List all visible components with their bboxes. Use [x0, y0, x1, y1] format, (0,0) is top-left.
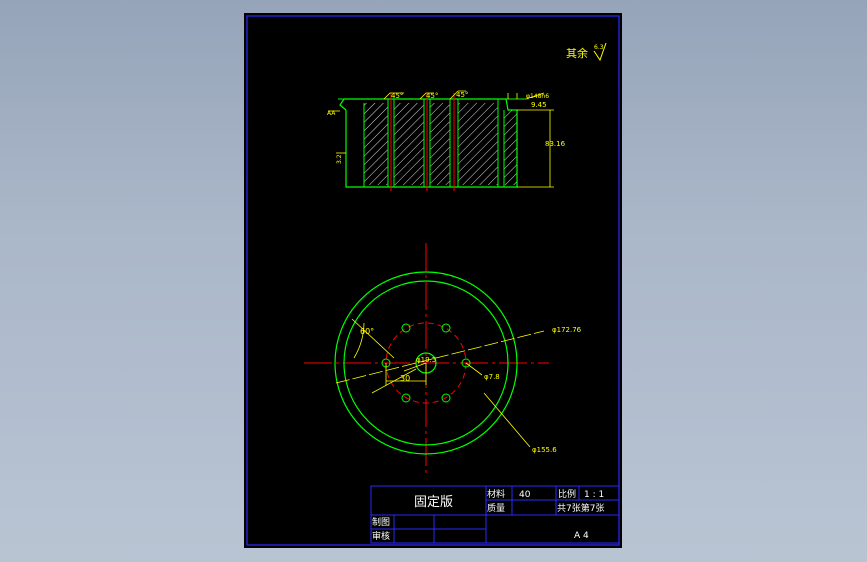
cad-drawing: 其余 6.3 45° 45° 45° φ148h6 9.45 83.16 AA … — [246, 15, 620, 546]
chamfer-label: 45° — [456, 91, 468, 99]
paper-size: A 4 — [574, 531, 589, 541]
chamfer-label: 45° — [391, 92, 403, 100]
roughness-note: 其余 6.3 — [566, 42, 607, 62]
sheet-count: 共7张第7张 — [557, 502, 604, 514]
plan-view: 60° φ172.76 φ19.5 φ7.8 30 φ155.6 — [304, 243, 582, 473]
material-value: 40 — [519, 490, 531, 500]
plan-dimensions — [335, 318, 545, 448]
left-mark: AA — [327, 110, 336, 117]
hatch-region — [394, 103, 424, 185]
hatch-region — [504, 110, 517, 185]
hatch-region — [364, 103, 388, 185]
checked-by-label: 审核 — [372, 530, 390, 542]
section-view: 45° 45° 45° φ148h6 9.45 83.16 AA 3.2 — [327, 90, 566, 191]
fit-label: φ148h6 — [526, 93, 549, 100]
chamfer-label: 45° — [426, 92, 438, 100]
hatch-region — [430, 103, 450, 185]
drawn-by-label: 制图 — [372, 516, 390, 528]
drawing-title: 固定版 — [414, 495, 453, 510]
step-dimension: 9.45 — [531, 101, 547, 109]
bolt-hole — [441, 323, 451, 333]
bolt-hole-label: φ7.8 — [484, 373, 500, 381]
outer-diameter-label: φ172.76 — [552, 326, 582, 334]
hatch-region — [458, 103, 498, 185]
bolt-circle-label: φ155.6 — [532, 446, 557, 454]
scale-value: 1 : 1 — [584, 490, 604, 500]
height-dimension: 83.16 — [545, 140, 566, 148]
offset-label: 30 — [400, 374, 410, 383]
angle-label: 60° — [360, 327, 374, 336]
drawing-sheet: 其余 6.3 45° 45° 45° φ148h6 9.45 83.16 AA … — [244, 13, 622, 548]
bolt-hole — [401, 323, 411, 333]
scale-label: 比例 — [558, 488, 576, 500]
roughness-value: 6.3 — [594, 44, 604, 51]
material-label: 材料 — [487, 488, 505, 500]
roughness-prefix: 其余 — [566, 46, 588, 60]
left-mark: 3.2 — [336, 154, 343, 164]
mass-label: 质量 — [487, 502, 505, 514]
center-hole-label: φ19.5 — [416, 356, 436, 364]
